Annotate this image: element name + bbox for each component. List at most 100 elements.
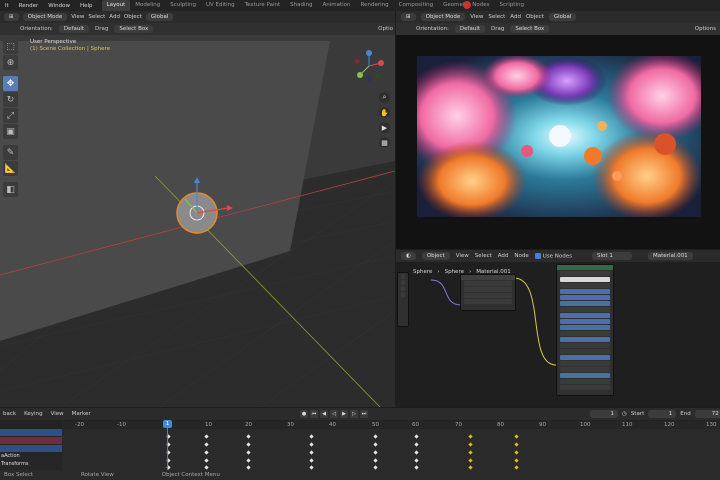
keyframe[interactable]: [468, 434, 473, 439]
channel-row[interactable]: [0, 445, 62, 452]
tab-animation[interactable]: Animation: [317, 0, 355, 11]
keyframe[interactable]: [204, 465, 209, 470]
navigation-gizmo-icon[interactable]: [352, 49, 386, 83]
render-view-panel[interactable]: ⊞ Object Mode View Select Add Object Glo…: [396, 11, 720, 249]
frame-ruler[interactable]: -20 -10 10 20 30 40 50 60 70 80 90 100 1…: [62, 421, 720, 429]
keyframe[interactable]: [373, 458, 378, 463]
menu-object[interactable]: Object: [526, 14, 544, 20]
timeline-menu-view[interactable]: View: [51, 411, 64, 417]
keyframe[interactable]: [309, 450, 314, 455]
keyframe[interactable]: [468, 450, 473, 455]
menu-view[interactable]: View: [470, 14, 483, 20]
channel-row[interactable]: [0, 437, 62, 444]
camera-icon[interactable]: ▶: [379, 122, 390, 133]
menu-file[interactable]: lt: [0, 3, 14, 9]
tab-sculpting[interactable]: Sculpting: [165, 0, 201, 11]
side-node-stub[interactable]: [397, 272, 409, 327]
keyframe[interactable]: [309, 434, 314, 439]
node-menu-add[interactable]: Add: [498, 253, 509, 259]
channel-transforms[interactable]: Transforms: [0, 461, 62, 468]
keyframe[interactable]: [414, 458, 419, 463]
select-box-icon[interactable]: ⬚: [3, 39, 18, 54]
play-icon[interactable]: ▶: [340, 410, 348, 418]
jump-end-icon[interactable]: ⏭: [360, 410, 368, 418]
current-frame-field[interactable]: 1: [590, 410, 618, 418]
tab-texture-paint[interactable]: Texture Paint: [240, 0, 286, 11]
keyframe[interactable]: [246, 465, 251, 470]
keyframe[interactable]: [414, 465, 419, 470]
measure-icon[interactable]: 📐: [3, 161, 18, 176]
menu-window[interactable]: Window: [43, 3, 75, 9]
keyframe[interactable]: [246, 434, 251, 439]
keyframe[interactable]: [309, 442, 314, 447]
tab-layout[interactable]: Layout: [101, 0, 131, 11]
play-reverse-icon[interactable]: ◁: [330, 410, 338, 418]
timeline-menu-keying[interactable]: Keying: [24, 411, 42, 417]
orientation-select[interactable]: Default: [454, 25, 486, 33]
node-menu-select[interactable]: Select: [475, 253, 492, 259]
zoom-icon[interactable]: ⌕: [379, 92, 390, 103]
end-frame-field[interactable]: 72: [694, 410, 720, 418]
prev-key-icon[interactable]: ◀: [320, 410, 328, 418]
tab-rendering[interactable]: Rendering: [356, 0, 394, 11]
orientation-select[interactable]: Default: [58, 25, 90, 33]
timeline-menu-playback[interactable]: back: [3, 411, 16, 417]
menu-add[interactable]: Add: [510, 14, 521, 20]
node-menu-view[interactable]: View: [456, 253, 469, 259]
keyframe[interactable]: [514, 434, 519, 439]
keyframe[interactable]: [514, 450, 519, 455]
channel-action[interactable]: aAction: [0, 453, 62, 460]
keyframe[interactable]: [246, 450, 251, 455]
start-frame-field[interactable]: 1: [648, 410, 677, 418]
timeline-panel[interactable]: back Keying View Marker ● ⏮ ◀ ◁ ▶ ▷ ⏭ 1 …: [0, 408, 720, 470]
playhead[interactable]: [167, 421, 168, 470]
channel-row[interactable]: [0, 429, 62, 436]
grid-icon[interactable]: ▦: [379, 137, 390, 148]
use-nodes-checkbox[interactable]: Use Nodes: [534, 252, 572, 259]
tab-shading[interactable]: Shading: [285, 0, 317, 11]
options-button[interactable]: Options: [695, 26, 716, 32]
keyframe[interactable]: [204, 442, 209, 447]
keyframe[interactable]: [373, 450, 378, 455]
drag-select[interactable]: Select Box: [510, 25, 550, 33]
keyframe[interactable]: [373, 434, 378, 439]
transform-orientation-select[interactable]: Global: [548, 13, 577, 21]
keyframe-area[interactable]: [62, 429, 720, 470]
menu-select[interactable]: Select: [488, 14, 505, 20]
shader-type-select[interactable]: Object: [421, 252, 450, 260]
mode-select[interactable]: Object Mode: [420, 13, 466, 21]
record-icon[interactable]: ●: [300, 410, 308, 418]
tab-uv-editing[interactable]: UV Editing: [201, 0, 240, 11]
clock-icon[interactable]: ◷: [622, 411, 627, 417]
keyframe[interactable]: [468, 442, 473, 447]
keyframe[interactable]: [414, 442, 419, 447]
keyframe[interactable]: [204, 434, 209, 439]
tab-modeling[interactable]: Modeling: [130, 0, 165, 11]
rotate-icon[interactable]: ↻: [3, 92, 18, 107]
viewport-menu-view[interactable]: View: [71, 14, 84, 20]
keyframe[interactable]: [514, 458, 519, 463]
slot-select[interactable]: Slot 1: [592, 252, 633, 260]
playhead-frame-label[interactable]: 1: [163, 420, 172, 428]
viewport-menu-add[interactable]: Add: [109, 14, 120, 20]
add-cube-icon[interactable]: ◧: [3, 182, 18, 197]
keyframe[interactable]: [204, 458, 209, 463]
keyframe[interactable]: [246, 458, 251, 463]
transform-icon[interactable]: ▣: [3, 124, 18, 139]
drag-select[interactable]: Select Box: [114, 25, 154, 33]
menu-render[interactable]: Render: [14, 3, 44, 9]
menu-help[interactable]: Help: [75, 3, 98, 9]
keyframe[interactable]: [373, 465, 378, 470]
keyframe[interactable]: [468, 458, 473, 463]
scale-icon[interactable]: ⤢: [3, 108, 18, 123]
texture-coordinate-node[interactable]: [460, 274, 516, 311]
transform-orientation-select[interactable]: Global: [145, 13, 174, 21]
keyframe[interactable]: [514, 465, 519, 470]
shader-node-editor[interactable]: ◐ Object View Select Add Node Use Nodes …: [396, 250, 720, 407]
keyframe[interactable]: [514, 442, 519, 447]
material-select[interactable]: Material.001: [648, 252, 693, 260]
cursor-icon[interactable]: ⊕: [3, 55, 18, 70]
annotate-icon[interactable]: ✎: [3, 145, 18, 160]
keyframe[interactable]: [309, 465, 314, 470]
principled-bsdf-node[interactable]: [556, 264, 614, 396]
